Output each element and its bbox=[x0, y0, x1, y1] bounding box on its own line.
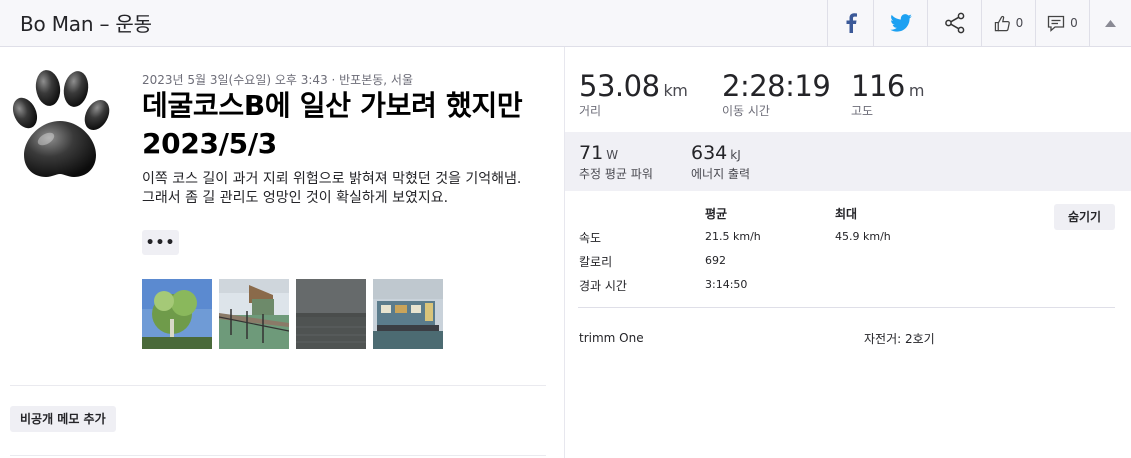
stat-elevation: 116 m 고도 bbox=[851, 69, 924, 119]
elapsed-time-average: 3:14:50 bbox=[705, 278, 748, 291]
speed-average: 21.5 km/h bbox=[705, 230, 761, 243]
activity-date-location: 2023년 5월 3일(수요일) 오후 3:43 · 반포본동, 서울 bbox=[142, 73, 414, 87]
activity-summary-panel: 2023년 5월 3일(수요일) 오후 3:43 · 반포본동, 서울 데굴코스… bbox=[0, 47, 565, 458]
kudos-button[interactable]: 0 bbox=[981, 0, 1035, 46]
energy-value: 634 bbox=[691, 142, 728, 164]
share-icon bbox=[944, 12, 964, 34]
header-actions: 0 0 bbox=[827, 0, 1131, 46]
moving-time-label: 이동 시간 bbox=[722, 104, 770, 118]
photo-boat[interactable] bbox=[373, 279, 443, 349]
power-value: 71 bbox=[579, 142, 604, 164]
row-label-elapsed-time: 경과 시간 bbox=[579, 279, 627, 293]
thumbs-up-icon bbox=[994, 15, 1010, 31]
stat-moving-time: 2:28:19 이동 시간 bbox=[722, 69, 831, 119]
comment-icon bbox=[1048, 15, 1065, 32]
activity-stats-panel: 53.08 km 거리 2:28:19 이동 시간 116 m 고도 71 W 추정 … bbox=[565, 47, 1131, 458]
column-header-average: 평균 bbox=[705, 207, 728, 221]
energy-unit: kJ bbox=[730, 148, 741, 162]
photo-river[interactable] bbox=[296, 279, 366, 349]
column-header-max: 최대 bbox=[835, 207, 858, 221]
device-name: trimm One bbox=[579, 331, 644, 345]
add-private-note-button[interactable]: 비공개 메모 추가 bbox=[10, 406, 116, 432]
row-label-speed: 속도 bbox=[579, 231, 602, 245]
speed-max: 45.9 km/h bbox=[835, 230, 891, 243]
twitter-share-button[interactable] bbox=[873, 0, 927, 46]
stat-power: 71 W 추정 평균 파워 bbox=[579, 142, 653, 182]
photo-boardwalk[interactable] bbox=[219, 279, 289, 349]
stat-distance: 53.08 km 거리 bbox=[579, 69, 688, 119]
elevation-unit: m bbox=[908, 81, 925, 100]
show-more-button[interactable]: ••• bbox=[142, 230, 179, 255]
distance-unit: km bbox=[663, 81, 688, 100]
facebook-icon bbox=[846, 13, 857, 33]
twitter-icon bbox=[889, 14, 912, 32]
description-fade bbox=[142, 205, 550, 227]
elevation-value: 116 bbox=[851, 69, 905, 103]
hide-button[interactable]: 숨기기 bbox=[1054, 204, 1115, 230]
comment-button[interactable]: 0 bbox=[1035, 0, 1089, 46]
stats-divider bbox=[578, 307, 1115, 308]
collapse-header-button[interactable] bbox=[1089, 0, 1131, 46]
power-unit: W bbox=[606, 148, 619, 162]
share-button[interactable] bbox=[927, 0, 981, 46]
section-divider bbox=[10, 385, 546, 386]
moving-time-value: 2:28:19 bbox=[722, 69, 831, 103]
bike-name[interactable]: 자전거: 2호기 bbox=[864, 330, 935, 347]
comment-count: 0 bbox=[1070, 16, 1078, 30]
distance-value: 53.08 bbox=[579, 69, 660, 103]
power-label: 추정 평균 파워 bbox=[579, 167, 653, 181]
avatar[interactable] bbox=[10, 69, 110, 181]
photo-tree[interactable] bbox=[142, 279, 212, 349]
row-label-calories: 칼로리 bbox=[579, 255, 613, 269]
section-divider-bottom bbox=[10, 455, 546, 456]
activity-title[interactable]: 데굴코스B에 일산 가보려 했지만 2023/5/3 bbox=[142, 87, 542, 163]
kudos-count: 0 bbox=[1015, 16, 1024, 30]
facebook-share-button[interactable] bbox=[827, 0, 873, 46]
photo-strip bbox=[142, 279, 443, 349]
energy-label: 에너지 출력 bbox=[691, 167, 751, 181]
caret-up-icon bbox=[1105, 19, 1116, 27]
description-line-1: 이쪽 코스 길이 과거 지뢰 위험으로 밝혀져 막혔던 것을 기억해냄. bbox=[142, 171, 522, 187]
stat-energy: 634 kJ 에너지 출력 bbox=[691, 142, 750, 182]
page-header: Bo Man – 운동 0 0 bbox=[0, 0, 1131, 47]
secondary-stats: 71 W 추정 평균 파워 634 kJ 에너지 출력 bbox=[565, 132, 1131, 191]
elevation-label: 고도 bbox=[851, 104, 874, 118]
page-title: Bo Man – 운동 bbox=[20, 12, 152, 36]
distance-label: 거리 bbox=[579, 104, 602, 118]
calories-average: 692 bbox=[705, 254, 726, 267]
